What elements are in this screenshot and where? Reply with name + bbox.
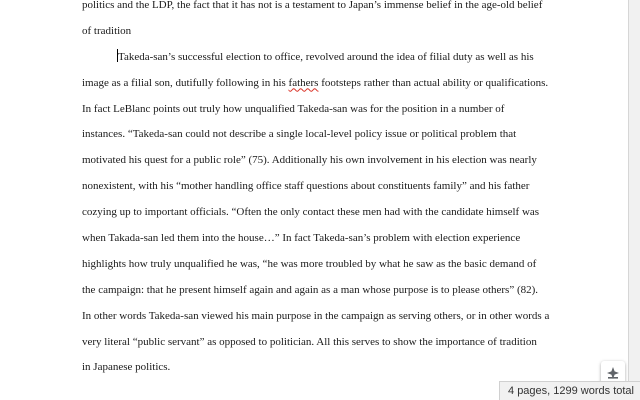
document-line: politics and the LDP, the fact that it h… xyxy=(82,0,543,11)
document-line: In fact LeBlanc points out truly how unq… xyxy=(82,102,505,115)
document-body[interactable]: politics and the LDP, the fact that it h… xyxy=(82,0,562,385)
document-line: motivated his quest for a public role” (… xyxy=(82,154,537,167)
document-line: very literal “public servant” as opposed… xyxy=(82,335,537,348)
misspelled-word[interactable]: fathers xyxy=(289,77,319,89)
document-line: cozying up to important officials. “Ofte… xyxy=(82,206,540,219)
document-line: of tradition xyxy=(82,24,132,37)
document-line: nonexistent, with his “mother handling o… xyxy=(82,180,530,193)
document-line-text: image as a filial son, dutifully followi… xyxy=(82,76,289,89)
document-line: in Japanese politics. xyxy=(82,361,171,374)
word-count-status[interactable]: 4 pages, 1299 words total xyxy=(499,381,640,400)
document-page[interactable]: politics and the LDP, the fact that it h… xyxy=(0,0,629,400)
document-line-text: footsteps rather than actual ability or … xyxy=(318,76,549,89)
document-line: In other words Takeda-san viewed his mai… xyxy=(82,309,550,322)
document-viewport: politics and the LDP, the fact that it h… xyxy=(0,0,640,400)
document-line: highlights how truly unqualified he was,… xyxy=(82,257,537,270)
document-line-text: Takeda-san’s successful election to offi… xyxy=(118,50,534,63)
document-line: when Takada-san led them into the house…… xyxy=(82,232,521,245)
document-line: Takeda-san’s successful election to offi… xyxy=(82,48,562,75)
document-line: the campaign: that he present himself ag… xyxy=(82,283,539,296)
document-line: image as a filial son, dutifully followi… xyxy=(82,75,562,101)
document-line: instances. “Takeda-san could not describ… xyxy=(82,128,517,141)
vertical-scrollbar[interactable] xyxy=(629,0,640,400)
explore-sparkle-icon xyxy=(606,366,620,380)
